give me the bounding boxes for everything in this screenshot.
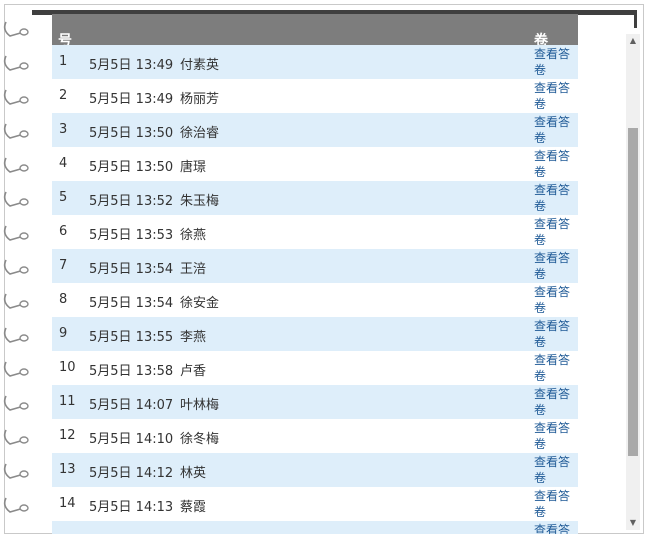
row-name: 王涪 (180, 262, 207, 277)
spiral-hole (19, 130, 29, 138)
table-row: 查看答卷 (52, 521, 578, 534)
row-submit-time: 5月5日 14:13 (89, 500, 174, 515)
table-row: 5 5月5日 13:52 朱玉梅 查看答卷 (52, 181, 578, 215)
row-name: 徐治睿 (180, 126, 220, 141)
table-row: 6 5月5日 13:53 徐燕 查看答卷 (52, 215, 578, 249)
row-submit-time: 5月5日 14:10 (89, 432, 174, 447)
row-index: 5 (59, 190, 68, 205)
row-name: 蔡霞 (180, 500, 207, 515)
row-submit-time: 5月5日 14:07 (89, 398, 174, 413)
scroll-down-arrow-icon[interactable]: ▼ (626, 516, 640, 530)
row-submit-time: 5月5日 13:50 (89, 160, 174, 175)
view-answers-link[interactable]: 查看答卷 (534, 80, 574, 112)
row-name: 林英 (180, 466, 207, 481)
view-answers-link[interactable]: 查看答卷 (534, 420, 574, 452)
table-row: 3 5月5日 13:50 徐治睿 查看答卷 (52, 113, 578, 147)
scrollbar-thumb[interactable] (628, 128, 638, 456)
row-index: 11 (59, 394, 76, 409)
row-index: 12 (59, 428, 76, 443)
row-submit-time: 5月5日 13:54 (89, 262, 174, 277)
view-answers-link[interactable]: 查看答卷 (534, 284, 574, 316)
table-row: 1 5月5日 13:49 付素英 查看答卷 (52, 45, 578, 79)
spiral-hole (19, 266, 29, 274)
row-name: 徐燕 (180, 228, 207, 243)
top-divider-edge (634, 10, 637, 28)
spiral-hole (19, 300, 29, 308)
row-name: 徐安金 (180, 296, 220, 311)
spiral-hole (19, 470, 29, 478)
row-submit-time: 5月5日 13:55 (89, 330, 174, 345)
view-answers-link[interactable]: 查看答卷 (534, 386, 574, 418)
vertical-scrollbar[interactable]: ▲ ▼ (626, 34, 640, 530)
table-row: 11 5月5日 14:07 叶林梅 查看答卷 (52, 385, 578, 419)
table-row: 2 5月5日 13:49 杨丽芳 查看答卷 (52, 79, 578, 113)
spiral-hole (19, 368, 29, 376)
row-submit-time: 5月5日 13:49 (89, 92, 174, 107)
row-index: 3 (59, 122, 68, 137)
view-answers-link[interactable]: 查看答卷 (534, 318, 574, 350)
view-answers-link[interactable]: 查看答卷 (534, 114, 574, 146)
table-row: 10 5月5日 13:58 卢香 查看答卷 (52, 351, 578, 385)
row-index: 8 (59, 292, 68, 307)
row-submit-time: 5月5日 13:54 (89, 296, 174, 311)
table-row: 4 5月5日 13:50 唐璟 查看答卷 (52, 147, 578, 181)
spiral-binding-icon (3, 21, 29, 513)
row-index: 7 (59, 258, 68, 273)
view-answers-link[interactable]: 查看答卷 (534, 148, 574, 180)
table-row: 7 5月5日 13:54 王涪 查看答卷 (52, 249, 578, 283)
table-row: 9 5月5日 13:55 李燕 查看答卷 (52, 317, 578, 351)
row-name: 卢香 (180, 364, 207, 379)
row-submit-time: 5月5日 13:49 (89, 58, 174, 73)
spiral-hole (19, 198, 29, 206)
row-submit-time: 5月5日 14:12 (89, 466, 174, 481)
table-row: 12 5月5日 14:10 徐冬梅 查看答卷 (52, 419, 578, 453)
row-name: 唐璟 (180, 160, 207, 175)
row-index: 2 (59, 88, 68, 103)
row-index: 6 (59, 224, 68, 239)
row-index: 9 (59, 326, 68, 341)
view-answers-link[interactable]: 查看答卷 (534, 182, 574, 214)
row-submit-time: 5月5日 13:53 (89, 228, 174, 243)
row-name: 朱玉梅 (180, 194, 220, 209)
spiral-hole (19, 96, 29, 104)
spiral-hole (19, 334, 29, 342)
row-submit-time: 5月5日 13:50 (89, 126, 174, 141)
spiral-hole (19, 504, 29, 512)
row-index: 1 (59, 54, 68, 69)
row-index: 4 (59, 156, 68, 171)
spiral-hole (19, 232, 29, 240)
spiral-hole (19, 436, 29, 444)
row-name: 付素英 (180, 58, 220, 73)
row-name: 杨丽芳 (180, 92, 220, 107)
row-submit-time: 5月5日 13:52 (89, 194, 174, 209)
row-name: 李燕 (180, 330, 207, 345)
view-answers-link[interactable]: 查看答卷 (534, 46, 574, 78)
row-index: 14 (59, 496, 76, 511)
row-submit-time: 5月5日 13:58 (89, 364, 174, 379)
view-answers-link[interactable]: 查看答卷 (534, 454, 574, 486)
row-name: 叶林梅 (180, 398, 220, 413)
row-name: 徐冬梅 (180, 432, 220, 447)
view-answers-link[interactable]: 查看答卷 (534, 250, 574, 282)
view-answers-link[interactable]: 查看答卷 (534, 352, 574, 384)
spiral-hole (19, 164, 29, 172)
table-row: 14 5月5日 14:13 蔡霞 查看答卷 (52, 487, 578, 521)
table-row: 13 5月5日 14:12 林英 查看答卷 (52, 453, 578, 487)
spiral-hole (19, 62, 29, 70)
view-answers-link[interactable]: 查看答卷 (534, 216, 574, 248)
spiral-hole (19, 28, 29, 36)
row-index: 10 (59, 360, 76, 375)
responses-table: 号 卷 1 5月5日 13:49 付素英 查看答卷 2 5月5日 13:49 杨丽芳 查看答卷… (52, 14, 578, 534)
spiral-hole (19, 402, 29, 410)
row-index: 13 (59, 462, 76, 477)
table-row: 8 5月5日 13:54 徐安金 查看答卷 (52, 283, 578, 317)
view-answers-link[interactable]: 查看答卷 (534, 522, 574, 534)
view-answers-link[interactable]: 查看答卷 (534, 488, 574, 520)
table-header: 号 卷 (52, 14, 578, 49)
scroll-up-arrow-icon[interactable]: ▲ (626, 34, 640, 48)
